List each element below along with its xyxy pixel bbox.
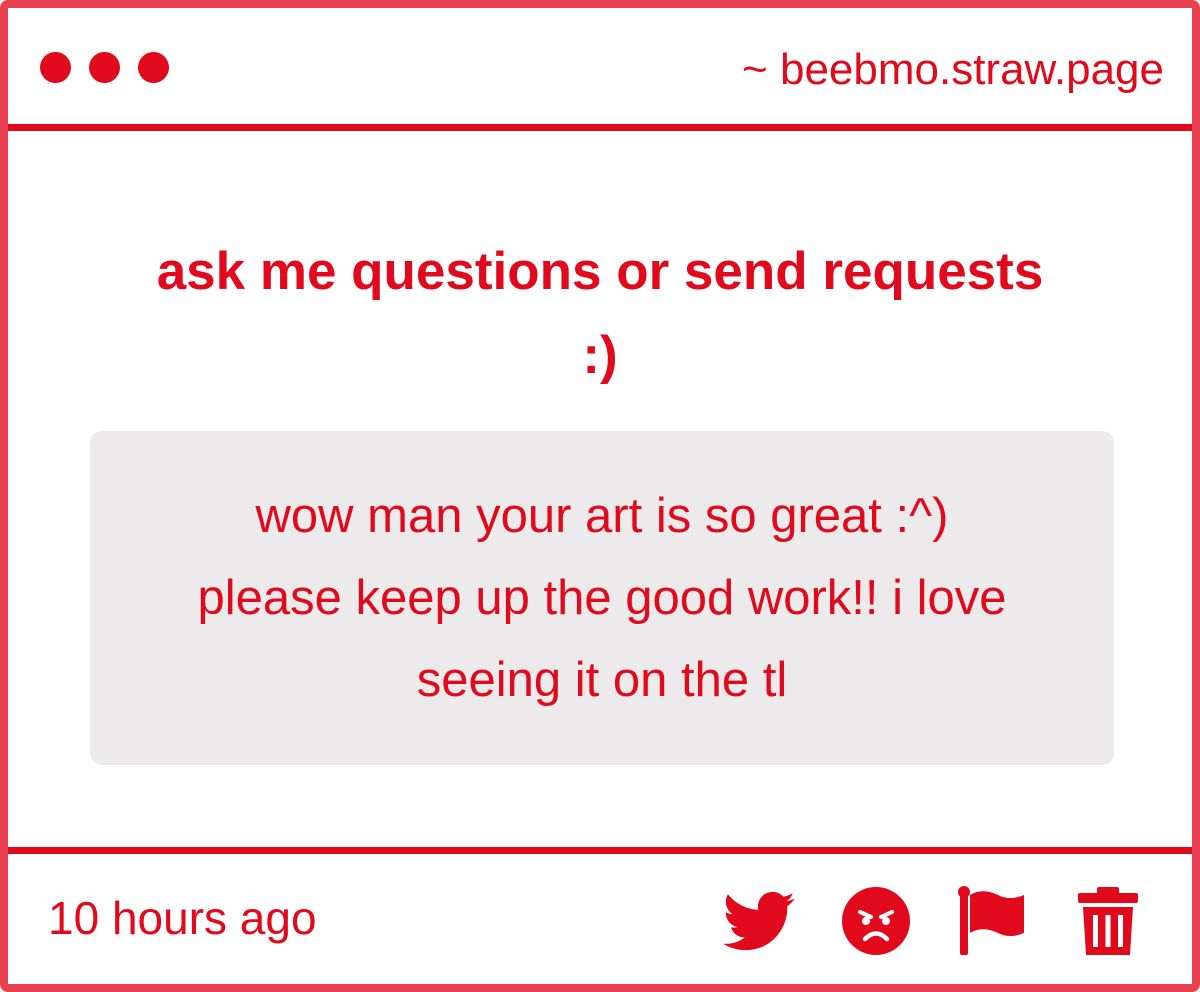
twitter-bird-icon <box>724 891 795 951</box>
footer-bar: 10 hours ago <box>8 847 1192 991</box>
title-bar: ~ beebmo.straw.page <box>8 8 1192 131</box>
page-prompt: ask me questions or send requests :) <box>68 230 1132 398</box>
page-url[interactable]: ~ beebmo.straw.page <box>742 44 1164 96</box>
report-button[interactable] <box>956 885 1028 957</box>
trash-icon <box>1078 887 1138 955</box>
angry-face-icon <box>842 887 910 955</box>
message-card: ~ beebmo.straw.page ask me questions or … <box>0 0 1200 992</box>
flag-icon <box>958 886 1024 955</box>
timestamp: 10 hours ago <box>48 892 317 944</box>
window-dot-2 <box>89 52 120 83</box>
delete-button[interactable] <box>1072 885 1144 957</box>
twitter-share-button[interactable] <box>724 885 796 957</box>
block-button[interactable] <box>840 885 912 957</box>
window-dot-3 <box>138 52 169 83</box>
prompt-line: ask me questions or send requests <box>156 242 1044 301</box>
prompt-smiley: :) <box>582 326 618 385</box>
window-dots <box>40 52 169 83</box>
message-text: wow man your art is so great :^) please … <box>197 489 1007 707</box>
window-dot-1 <box>40 52 71 83</box>
message-box: wow man your art is so great :^) please … <box>90 431 1114 765</box>
